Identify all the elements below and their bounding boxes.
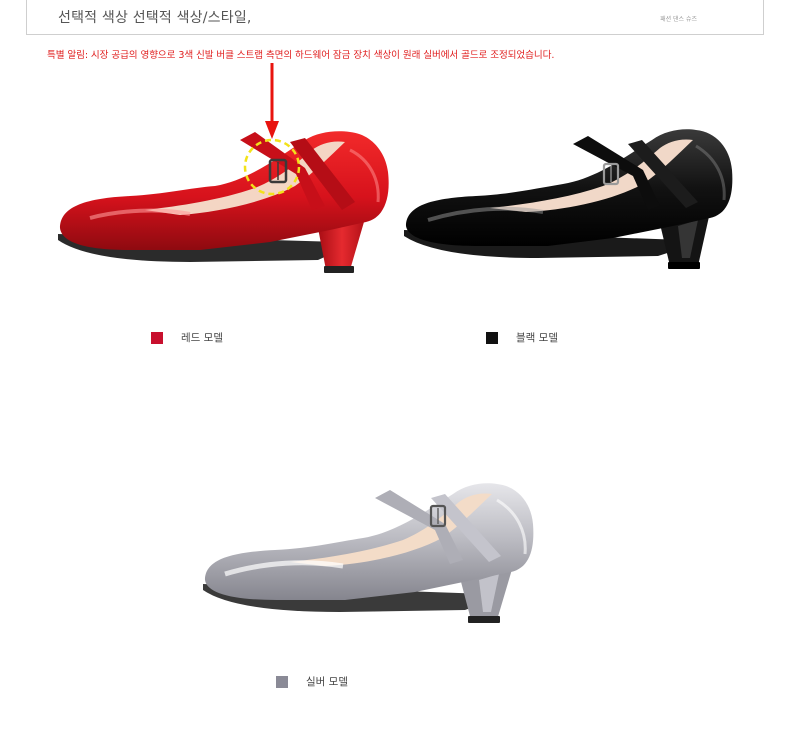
header-watermark: 패션 댄스 슈즈 <box>660 16 697 23</box>
silver-swatch <box>276 675 288 688</box>
silver-shoe-image <box>203 483 534 623</box>
red-variant-label: 레드 모델 <box>181 332 223 344</box>
notice-text: 특별 알림: 시장 공급의 영향으로 3색 신발 버클 스트랩 측면의 하드웨어… <box>47 50 555 61</box>
page-title: 선택적 색상 선택적 색상/스타일, <box>58 10 252 26</box>
variant-silver: 실버 모델 <box>276 674 348 689</box>
black-swatch <box>486 331 498 344</box>
header-box: 선택적 색상 선택적 색상/스타일, 패션 댄스 슈즈 <box>26 0 764 35</box>
red-shoe-image <box>58 131 389 273</box>
black-shoe-image <box>404 129 733 269</box>
silver-variant-label: 실버 모델 <box>306 676 348 688</box>
black-variant-label: 블랙 모델 <box>516 332 558 344</box>
red-swatch <box>151 331 163 344</box>
variant-red: 레드 모델 <box>151 330 223 345</box>
variant-black: 블랙 모델 <box>486 330 558 345</box>
